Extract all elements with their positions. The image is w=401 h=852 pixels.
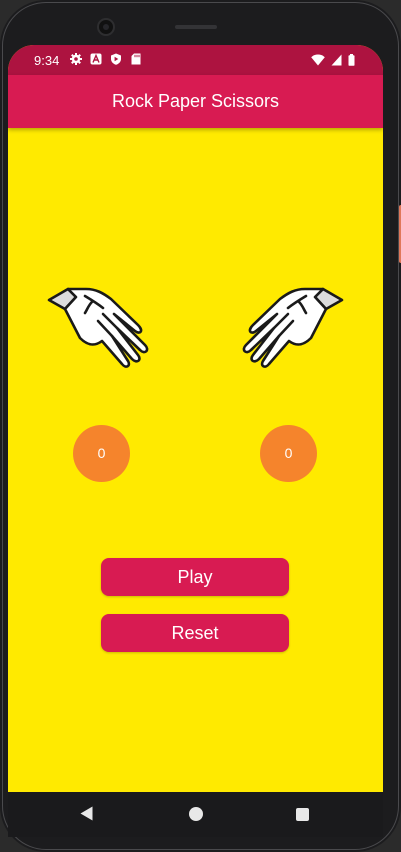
phone-frame: 9:34 Rock Paper Scissors 0 0 Play Reset (0, 0, 401, 852)
right-player-hand (233, 283, 345, 373)
cell-signal-icon (331, 54, 342, 69)
recents-icon[interactable] (296, 808, 309, 821)
right-score-badge: 0 (260, 425, 317, 482)
sd-card-icon (130, 53, 142, 65)
battery-icon (348, 54, 355, 69)
earpiece-speaker (175, 25, 217, 29)
front-camera (97, 18, 115, 36)
play-button[interactable]: Play (101, 558, 289, 596)
status-bar: 9:34 (8, 45, 383, 75)
play-shield-icon (110, 53, 122, 65)
settings-gear-icon (70, 53, 82, 65)
status-time: 9:34 (34, 53, 60, 68)
left-score-badge: 0 (73, 425, 130, 482)
reset-button[interactable]: Reset (101, 614, 289, 652)
home-icon[interactable] (189, 807, 203, 821)
status-notification-icons (70, 53, 142, 65)
left-player-hand (46, 283, 158, 373)
app-title: Rock Paper Scissors (111, 91, 280, 111)
a-box-icon (90, 53, 102, 65)
status-system-icons (311, 54, 355, 69)
app-bar: Rock Paper Scissors (8, 75, 383, 128)
system-nav-bar (8, 792, 383, 837)
wifi-icon (311, 54, 325, 69)
open-hand-paper-icon (47, 287, 149, 368)
back-icon[interactable] (80, 806, 93, 826)
open-hand-paper-icon (242, 287, 344, 368)
screen: 9:34 Rock Paper Scissors 0 0 Play Reset (8, 45, 383, 792)
